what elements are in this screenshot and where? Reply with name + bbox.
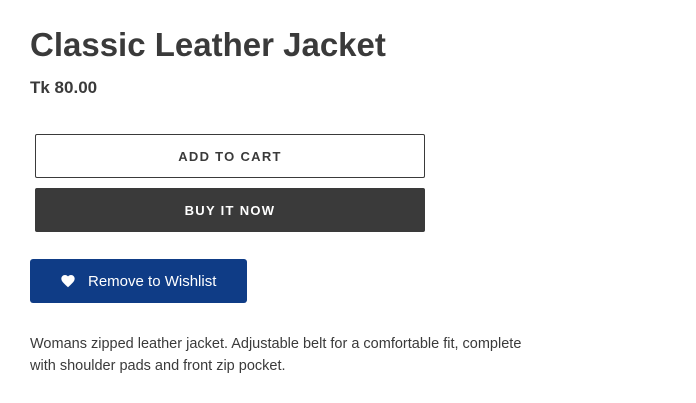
remove-from-wishlist-button[interactable]: Remove to Wishlist [30,259,247,303]
buy-it-now-label: BUY IT NOW [184,202,276,218]
product-price: Tk 80.00 [30,78,98,97]
wishlist-label: Remove to Wishlist [88,272,217,290]
product-description: Womans zipped leather jacket. Adjustable… [30,336,522,374]
heart-icon [60,273,76,289]
buy-it-now-button[interactable]: BUY IT NOW [35,188,425,232]
add-to-cart-button[interactable]: ADD TO CART [35,134,425,178]
add-to-cart-label: ADD TO CART [178,148,282,164]
product-title: Classic Leather Jacket [30,26,386,63]
